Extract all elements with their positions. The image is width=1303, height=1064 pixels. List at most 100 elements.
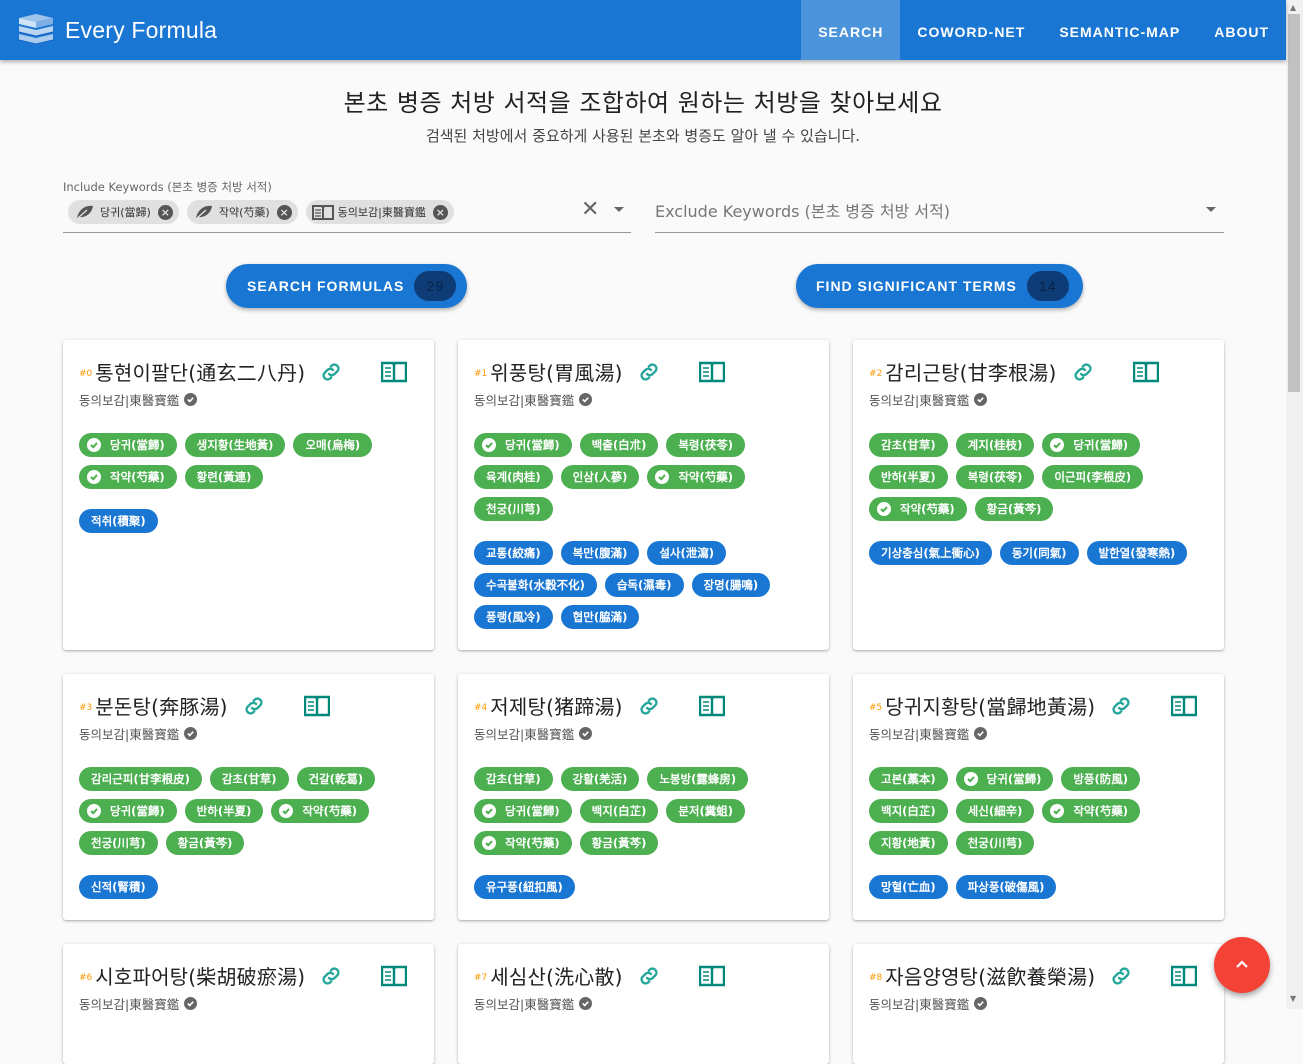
scroll-thumb[interactable] — [1288, 14, 1300, 392]
nav-search[interactable]: SEARCH — [801, 0, 901, 60]
herb-chip[interactable]: 당귀(當歸) — [955, 767, 1054, 791]
symptom-chip[interactable]: 망혈(亡血) — [869, 875, 948, 899]
herb-chip[interactable]: 복령(茯苓) — [955, 465, 1035, 489]
link-icon[interactable] — [637, 360, 661, 384]
remove-chip-icon[interactable]: × — [432, 204, 448, 220]
herb-chip[interactable]: 작약(芍藥) — [869, 497, 967, 521]
herb-chip[interactable]: 강활(羌活) — [560, 767, 640, 791]
book-icon[interactable] — [381, 361, 408, 383]
symptom-chip[interactable]: 협만(脇滿) — [560, 605, 640, 629]
herb-chip[interactable]: 황금(黃芩) — [579, 831, 659, 855]
herb-chip[interactable]: 감초(甘草) — [209, 767, 289, 791]
symptom-chip[interactable]: 발한열(發寒熱) — [1086, 541, 1188, 565]
herb-chip[interactable]: 복령(茯苓) — [666, 433, 746, 457]
herb-chip[interactable]: 세신(細辛) — [955, 799, 1035, 823]
symptom-chip[interactable]: 적취(積聚) — [79, 509, 158, 533]
symptom-chip[interactable]: 습독(濕毒) — [604, 573, 684, 597]
nav-about[interactable]: ABOUT — [1197, 0, 1286, 60]
herb-chip[interactable]: 방풍(防風) — [1061, 767, 1141, 791]
page-scrollbar[interactable]: ▲ ▼ — [1286, 0, 1303, 1009]
book-icon[interactable] — [698, 965, 725, 987]
link-icon[interactable] — [319, 360, 343, 384]
herb-chip[interactable]: 노봉방(露蜂房) — [647, 767, 749, 791]
scroll-up-arrow-icon[interactable]: ▲ — [1290, 3, 1296, 12]
symptom-chip[interactable]: 유구풍(紐扣風) — [474, 875, 575, 899]
herb-chip[interactable]: 천궁(川芎) — [474, 497, 553, 521]
herb-chip[interactable]: 황금(黃芩) — [165, 831, 245, 855]
symptom-chip[interactable]: 신적(腎積) — [79, 875, 158, 899]
symptom-chip[interactable]: 복만(腹滿) — [560, 541, 640, 565]
dropdown-arrow-icon[interactable] — [1206, 207, 1216, 212]
herb-chip[interactable]: 백지(白芷) — [869, 799, 948, 823]
book-icon[interactable] — [381, 965, 408, 987]
scroll-down-arrow-icon[interactable]: ▼ — [1290, 994, 1296, 1003]
herb-chip[interactable]: 백출(白朮) — [579, 433, 659, 457]
herb-chip[interactable]: 당귀(當歸) — [474, 799, 572, 823]
book-icon[interactable] — [698, 361, 725, 383]
link-icon[interactable] — [242, 694, 266, 718]
book-icon[interactable] — [303, 695, 330, 717]
clear-icon[interactable]: ✕ — [581, 197, 599, 222]
herb-chip[interactable]: 감초(甘草) — [869, 433, 948, 457]
symptom-chip[interactable]: 기상충심(氣上衝心) — [869, 541, 992, 565]
link-icon[interactable] — [1109, 964, 1133, 988]
link-icon[interactable] — [637, 964, 661, 988]
nav-semantic-map[interactable]: SEMANTIC-MAP — [1042, 0, 1197, 60]
book-icon[interactable] — [1171, 695, 1198, 717]
herb-chip[interactable]: 반하(半夏) — [184, 799, 264, 823]
herb-chip[interactable]: 계지(桂枝) — [955, 433, 1035, 457]
symptom-chip[interactable]: 풍랭(風冷) — [474, 605, 553, 629]
herb-chip[interactable]: 인삼(人蔘) — [560, 465, 640, 489]
herb-chip[interactable]: 황금(黃芩) — [974, 497, 1054, 521]
herb-chip[interactable]: 오매(烏梅) — [293, 433, 373, 457]
herb-chip[interactable]: 당귀(當歸) — [474, 433, 572, 457]
exclude-keywords-input[interactable]: Exclude Keywords (본초 병증 처방 서적) — [655, 196, 1224, 233]
search-formulas-button[interactable]: SEARCH FORMULAS 29 — [226, 264, 467, 308]
brand[interactable]: Every Formula — [16, 12, 217, 48]
herb-chip[interactable]: 건갈(乾葛) — [296, 767, 376, 791]
symptom-chip[interactable]: 수곡불화(水穀不化) — [474, 573, 597, 597]
herb-chip[interactable]: 작약(芍藥) — [1042, 799, 1141, 823]
symptom-chip[interactable]: 장명(腸鳴) — [691, 573, 771, 597]
link-icon[interactable] — [1071, 360, 1095, 384]
symptom-chip[interactable]: 파상풍(破傷風) — [955, 875, 1057, 899]
symptom-chip[interactable]: 설사(泄瀉) — [647, 541, 727, 565]
book-icon[interactable] — [1171, 965, 1198, 987]
herb-chip[interactable]: 천궁(川芎) — [955, 831, 1035, 855]
herb-chip[interactable]: 분저(糞蛆) — [666, 799, 746, 823]
herb-chip[interactable]: 천궁(川芎) — [79, 831, 158, 855]
include-chip[interactable]: 동의보감|東醫寶鑑 × — [305, 200, 454, 224]
herb-chip[interactable]: 작약(芍藥) — [271, 799, 370, 823]
herb-chip[interactable]: 반하(半夏) — [869, 465, 948, 489]
scroll-to-top-button[interactable] — [1214, 937, 1270, 993]
herb-chip[interactable]: 당귀(當歸) — [79, 433, 177, 457]
herb-chip[interactable]: 작약(芍藥) — [474, 831, 572, 855]
herb-chip[interactable]: 감초(甘草) — [474, 767, 553, 791]
nav-coword-net[interactable]: COWORD-NET — [900, 0, 1042, 60]
include-chip[interactable]: 당귀(當歸) × — [68, 200, 179, 224]
include-chip[interactable]: 작약(芍藥) × — [186, 200, 298, 224]
herb-chip[interactable]: 작약(芍藥) — [79, 465, 177, 489]
herb-chip[interactable]: 지황(地黃) — [869, 831, 948, 855]
herb-chip[interactable]: 백지(白芷) — [579, 799, 659, 823]
herb-chip[interactable]: 감리근피(甘李根皮) — [79, 767, 202, 791]
include-keywords-input[interactable]: 당귀(當歸) × 작약(芍藥) × 동의보감|東醫寶鑑 × ✕ — [63, 196, 631, 233]
link-icon[interactable] — [319, 964, 343, 988]
book-icon[interactable] — [1132, 361, 1159, 383]
remove-chip-icon[interactable]: × — [276, 204, 292, 220]
dropdown-arrow-icon[interactable] — [614, 207, 624, 212]
find-significant-terms-button[interactable]: FIND SIGNIFICANT TERMS 14 — [796, 264, 1083, 308]
book-icon[interactable] — [698, 695, 725, 717]
link-icon[interactable] — [637, 694, 661, 718]
herb-chip[interactable]: 황련(黃連) — [184, 465, 264, 489]
remove-chip-icon[interactable]: × — [157, 204, 173, 220]
herb-chip[interactable]: 고본(藁本) — [869, 767, 948, 791]
symptom-chip[interactable]: 교통(絞痛) — [474, 541, 553, 565]
link-icon[interactable] — [1109, 694, 1133, 718]
symptom-chip[interactable]: 동기(同氣) — [999, 541, 1079, 565]
herb-chip[interactable]: 작약(芍藥) — [647, 465, 746, 489]
herb-chip[interactable]: 당귀(當歸) — [79, 799, 177, 823]
herb-chip[interactable]: 이근피(李根皮) — [1042, 465, 1144, 489]
herb-chip[interactable]: 생지황(生地黃) — [184, 433, 286, 457]
herb-chip[interactable]: 육계(肉桂) — [474, 465, 553, 489]
